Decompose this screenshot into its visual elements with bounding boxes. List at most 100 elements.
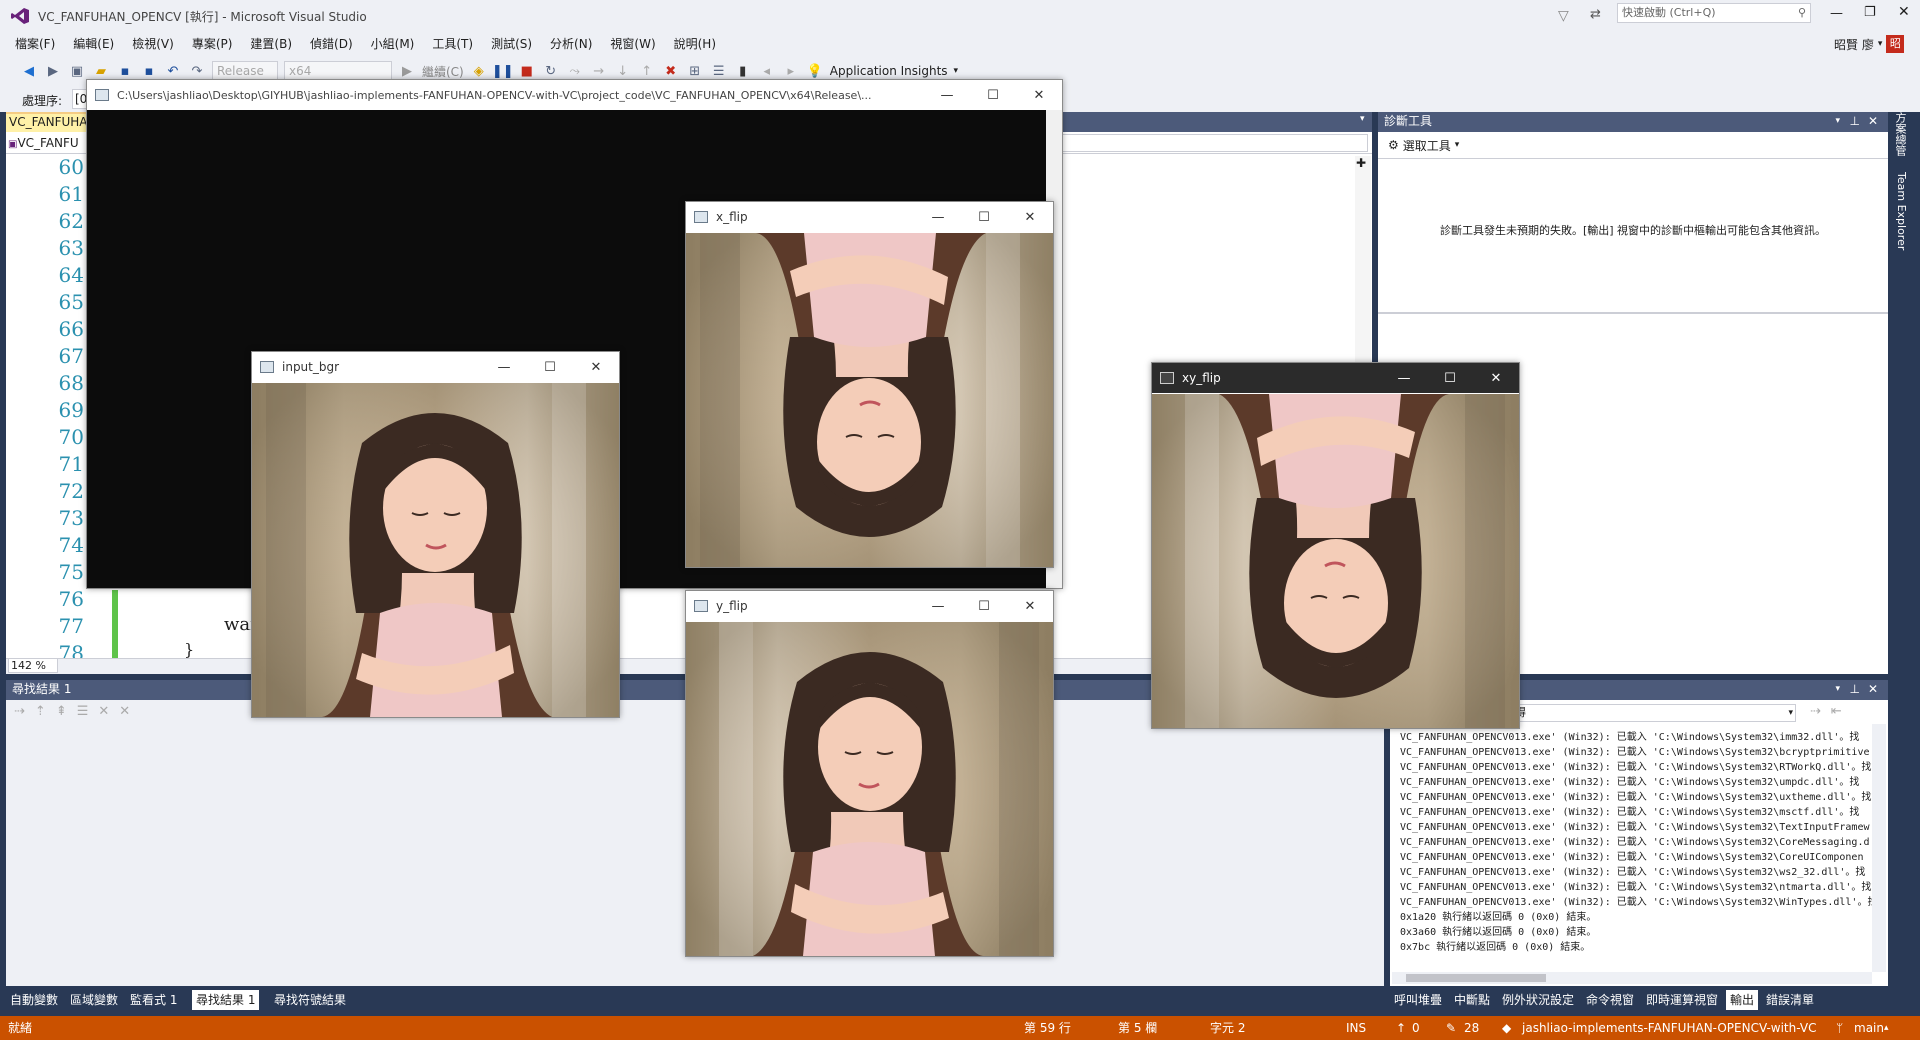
tab-item[interactable]: 即時運算視窗: [1642, 990, 1722, 1010]
breakpoint-icon[interactable]: ✖: [662, 62, 680, 80]
comment-icon[interactable]: ☰: [710, 62, 728, 80]
collapse-icon[interactable]: ⇞: [56, 704, 67, 719]
status-branch[interactable]: main: [1854, 1016, 1884, 1040]
tab-item[interactable]: 區域變數: [66, 990, 122, 1010]
tab-item[interactable]: 自動變數: [6, 990, 62, 1010]
maximize-button[interactable]: ☐: [961, 202, 1007, 232]
repo-icon[interactable]: ◆: [1502, 1016, 1511, 1040]
debug-target-icon[interactable]: ◈: [470, 62, 488, 80]
open-file-icon[interactable]: ▰: [92, 62, 110, 80]
thread-icon[interactable]: ⊞: [686, 62, 704, 80]
maximize-button[interactable]: ☐: [1427, 363, 1473, 393]
minimize-button[interactable]: —: [1381, 363, 1427, 393]
find-results-vscrollbar[interactable]: [1366, 724, 1382, 972]
maximize-button[interactable]: ☐: [970, 80, 1016, 110]
find-prev-icon[interactable]: ⇡: [35, 704, 46, 719]
cv-window-xy-flip[interactable]: xy_flip — ☐ ✕: [1151, 362, 1520, 729]
config-select[interactable]: Release: [212, 61, 278, 81]
menu-item[interactable]: 偵錯(D): [301, 32, 362, 56]
chevron-down-icon[interactable]: ▾: [1835, 680, 1840, 698]
account-area[interactable]: 昭賢 廖 ▾ 昭: [1834, 32, 1905, 56]
menu-item[interactable]: 建置(B): [241, 32, 301, 56]
member-nav-combo[interactable]: [1062, 134, 1368, 152]
list-icon[interactable]: ☰: [77, 704, 89, 719]
platform-select[interactable]: x64: [284, 61, 392, 81]
minimize-button[interactable]: —: [1830, 6, 1843, 21]
find-icon[interactable]: ⇢: [1810, 704, 1821, 719]
close-button[interactable]: ✕: [1016, 80, 1062, 110]
pause-icon[interactable]: ❚❚: [492, 62, 514, 80]
menu-item[interactable]: 檔案(F): [6, 32, 64, 56]
step-over-icon[interactable]: →: [590, 62, 608, 80]
zoom-level[interactable]: 142 %: [8, 658, 58, 673]
arrow-up-icon[interactable]: ↑: [1396, 1016, 1406, 1040]
close-button[interactable]: ✕: [1898, 4, 1910, 20]
clear-all-icon[interactable]: ⇤: [1831, 704, 1842, 719]
back-icon[interactable]: ◀: [20, 62, 38, 80]
stop-icon[interactable]: ■: [518, 62, 536, 80]
project-nav-combo[interactable]: ▣VC_FANFU: [8, 134, 88, 152]
minimize-button[interactable]: —: [915, 202, 961, 232]
bookmark-next-icon[interactable]: ▸: [782, 62, 800, 80]
play-icon[interactable]: ▶: [398, 62, 416, 80]
menu-item[interactable]: 檢視(V): [123, 32, 183, 56]
stop-search-icon[interactable]: ✕: [119, 704, 130, 719]
side-tab-team-explorer[interactable]: Team Explorer: [1894, 172, 1908, 250]
select-tools-button[interactable]: ⚙ 選取工具 ▾: [1388, 136, 1459, 154]
tab-item[interactable]: 監看式 1: [126, 990, 181, 1010]
tab-item[interactable]: 錯誤清單: [1762, 990, 1818, 1010]
menu-item[interactable]: 編輯(E): [64, 32, 123, 56]
output-vscrollbar[interactable]: [1872, 724, 1886, 972]
pencil-icon[interactable]: ✎: [1446, 1016, 1456, 1040]
step-into-icon[interactable]: ↓: [614, 62, 632, 80]
lightbulb-icon[interactable]: 💡: [806, 62, 824, 80]
close-button[interactable]: ✕: [1007, 202, 1053, 232]
app-insights-button[interactable]: Application Insights: [830, 64, 948, 78]
tab-item[interactable]: 命令視窗: [1582, 990, 1638, 1010]
restart-icon[interactable]: ↻: [542, 62, 560, 80]
branch-icon[interactable]: ᛘ: [1836, 1016, 1843, 1040]
step-icon[interactable]: ⤳: [566, 62, 584, 80]
chevron-down-icon[interactable]: ▾: [1835, 112, 1840, 130]
restore-button[interactable]: ❐: [1864, 5, 1876, 20]
quick-launch-input[interactable]: 快速啟動 (Ctrl+Q) ⚲: [1617, 3, 1811, 23]
bookmark-prev-icon[interactable]: ◂: [758, 62, 776, 80]
output-source-select[interactable]: 得 ▾: [1512, 704, 1796, 722]
save-all-icon[interactable]: ▪: [140, 62, 158, 80]
filter-icon[interactable]: ▽: [1558, 8, 1569, 24]
minimize-button[interactable]: —: [481, 352, 527, 382]
cv-window-y-flip[interactable]: y_flip — ☐ ✕: [685, 590, 1054, 957]
close-icon[interactable]: ✕: [1868, 112, 1878, 130]
side-tab-solution-explorer[interactable]: 方案總管: [1894, 112, 1908, 156]
chevron-down-icon[interactable]: ▾: [1360, 114, 1365, 124]
close-button[interactable]: ✕: [573, 352, 619, 382]
tab-item[interactable]: 例外狀況設定: [1498, 990, 1578, 1010]
pin-icon[interactable]: ⊥: [1850, 680, 1860, 698]
undo-icon[interactable]: ↶: [164, 62, 182, 80]
cv-window-x-flip[interactable]: x_flip — ☐ ✕: [685, 201, 1054, 568]
close-button[interactable]: ✕: [1473, 363, 1519, 393]
save-icon[interactable]: ▪: [116, 62, 134, 80]
close-button[interactable]: ✕: [1007, 591, 1053, 621]
redo-icon[interactable]: ↷: [188, 62, 206, 80]
tab-active[interactable]: 尋找結果 1: [192, 990, 260, 1010]
menu-item[interactable]: 工具(T): [423, 32, 482, 56]
minimize-button[interactable]: —: [915, 591, 961, 621]
bookmark-icon[interactable]: ▮: [734, 62, 752, 80]
split-icon[interactable]: ✚: [1356, 156, 1366, 170]
new-item-icon[interactable]: ▣: [68, 62, 86, 80]
tab-active[interactable]: 輸出: [1726, 990, 1759, 1010]
find-next-icon[interactable]: ⇢: [14, 704, 25, 719]
menu-item[interactable]: 視窗(W): [601, 32, 664, 56]
close-icon[interactable]: ✕: [1868, 680, 1878, 698]
feedback-icon[interactable]: ⇄: [1590, 7, 1601, 22]
tab-item[interactable]: 呼叫堆疊: [1390, 990, 1446, 1010]
tab-item[interactable]: 尋找符號結果: [270, 990, 350, 1010]
minimize-button[interactable]: —: [924, 80, 970, 110]
menu-item[interactable]: 說明(H): [665, 32, 725, 56]
pin-icon[interactable]: ⊥: [1850, 112, 1860, 130]
editor-tab[interactable]: VC_FANFUHA: [6, 112, 86, 132]
menu-item[interactable]: 分析(N): [541, 32, 601, 56]
maximize-button[interactable]: ☐: [961, 591, 1007, 621]
continue-button[interactable]: 繼續(C): [422, 63, 464, 80]
